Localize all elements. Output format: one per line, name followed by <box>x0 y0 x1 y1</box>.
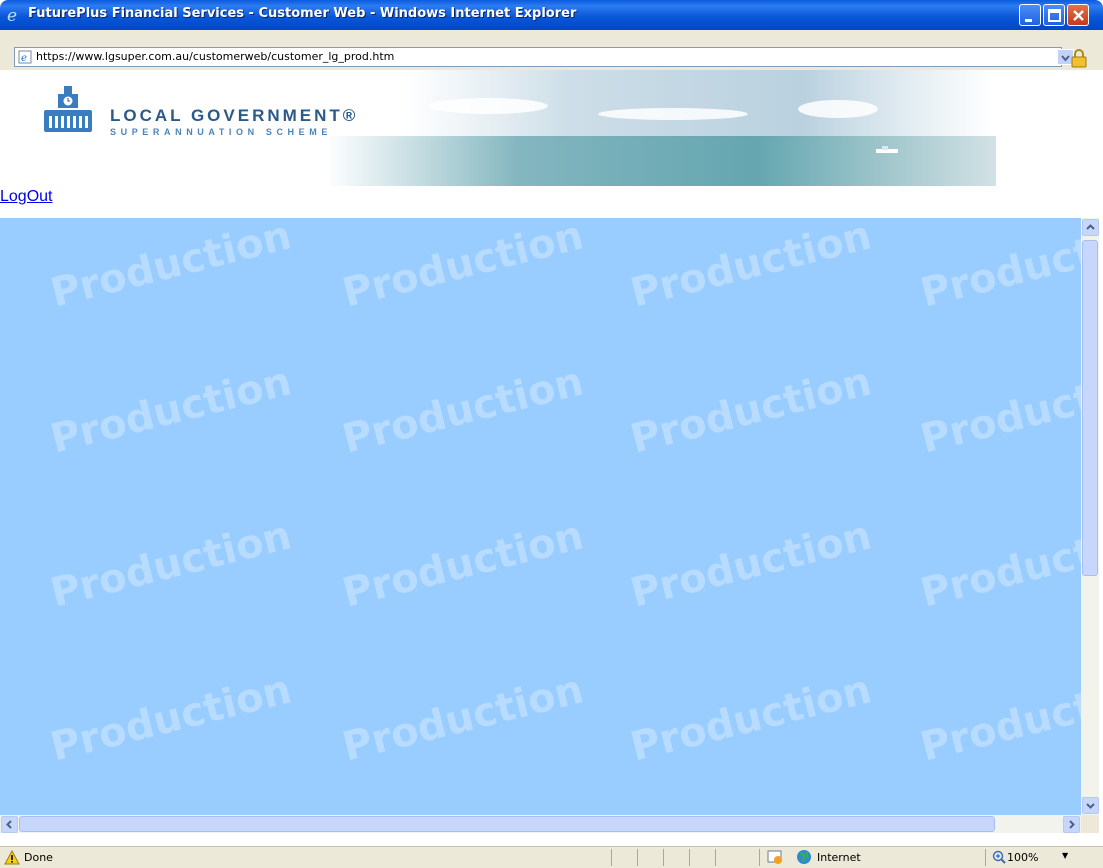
status-divider <box>715 849 716 866</box>
scrollbar-corner <box>1081 815 1099 833</box>
chevron-up-icon <box>1086 224 1095 230</box>
window-title: FuturePlus Financial Services - Customer… <box>28 6 577 21</box>
brand-name: LOCAL GOVERNMENT® <box>110 106 359 125</box>
watermark-text: Production <box>916 666 1085 771</box>
status-text: Done <box>24 851 53 864</box>
watermark-text: Production <box>338 218 588 317</box>
maximize-icon <box>1048 9 1061 22</box>
globe-icon <box>797 850 811 864</box>
boat-image <box>876 146 898 153</box>
status-divider <box>689 849 690 866</box>
watermark-text: Production <box>338 666 588 771</box>
watermark-text: Production <box>46 666 296 771</box>
vertical-scroll-thumb[interactable] <box>1082 240 1098 576</box>
svg-text:e: e <box>21 53 27 64</box>
watermark-text: Production <box>626 358 876 463</box>
lock-icon[interactable] <box>1068 47 1090 69</box>
watermark-text: Production <box>46 218 296 317</box>
zoom-dropdown-icon[interactable]: ▼ <box>1062 851 1068 860</box>
horizontal-scroll-thumb[interactable] <box>19 816 995 832</box>
content-frame: Production Production Production Product… <box>0 218 1085 815</box>
watermark-text: Production <box>916 512 1085 617</box>
security-zone-text: Internet <box>817 851 861 864</box>
zoom-level[interactable]: 100% <box>1007 851 1038 864</box>
banner-sea <box>38 136 996 186</box>
status-divider <box>611 849 612 866</box>
minimize-button[interactable] <box>1019 4 1041 26</box>
watermark-text: Production <box>46 512 296 617</box>
watermark-text: Production <box>626 218 876 317</box>
title-bar[interactable]: e FuturePlus Financial Services - Custom… <box>0 0 1103 30</box>
scroll-left-button[interactable] <box>1 816 18 833</box>
watermark-text: Production <box>338 512 588 617</box>
watermark-text: Production <box>46 358 296 463</box>
watermark-text: Production <box>338 358 588 463</box>
scroll-down-button[interactable] <box>1082 797 1099 814</box>
status-divider <box>985 849 986 866</box>
chevron-down-icon <box>1086 803 1095 809</box>
watermark-text: Production <box>916 218 1085 317</box>
status-bar: Done Internet 100% ▼ <box>0 846 1103 868</box>
banner-cloud <box>598 108 748 120</box>
page-icon: e <box>18 50 32 64</box>
close-button[interactable] <box>1067 4 1089 26</box>
logout-link[interactable]: LogOut <box>0 188 52 206</box>
page-content: LOCAL GOVERNMENT® SUPERANNUATION SCHEME … <box>0 70 1103 846</box>
logo-icon <box>44 86 92 132</box>
status-divider <box>759 849 760 866</box>
watermark-text: Production <box>626 512 876 617</box>
watermark-text: Production <box>626 666 876 771</box>
address-bar-area: e https://www.lgsuper.com.au/customerweb… <box>0 30 1103 70</box>
scroll-right-button[interactable] <box>1063 816 1080 833</box>
minimize-icon <box>1025 19 1032 22</box>
chevron-right-icon <box>1069 820 1075 829</box>
url-text: https://www.lgsuper.com.au/customerweb/c… <box>36 50 395 63</box>
chevron-left-icon <box>6 820 12 829</box>
banner-cloud <box>798 100 878 118</box>
svg-text:e: e <box>7 6 17 24</box>
maximize-button[interactable] <box>1043 4 1065 26</box>
ie-icon: e <box>7 6 17 24</box>
status-divider <box>663 849 664 866</box>
vertical-scrollbar[interactable] <box>1081 218 1099 815</box>
protected-mode-icon[interactable] <box>767 849 783 865</box>
scroll-up-button[interactable] <box>1082 219 1099 236</box>
brand-subtitle: SUPERANNUATION SCHEME <box>110 127 332 137</box>
close-icon <box>1073 10 1084 21</box>
horizontal-scrollbar[interactable] <box>0 815 1081 833</box>
watermark-text: Production <box>916 358 1085 463</box>
zoom-icon[interactable] <box>992 850 1006 864</box>
warning-icon[interactable] <box>4 850 20 866</box>
status-divider <box>637 849 638 866</box>
address-input[interactable]: e https://www.lgsuper.com.au/customerweb… <box>14 47 1074 67</box>
banner-cloud <box>428 98 548 114</box>
header-banner: LOCAL GOVERNMENT® SUPERANNUATION SCHEME <box>38 70 996 186</box>
